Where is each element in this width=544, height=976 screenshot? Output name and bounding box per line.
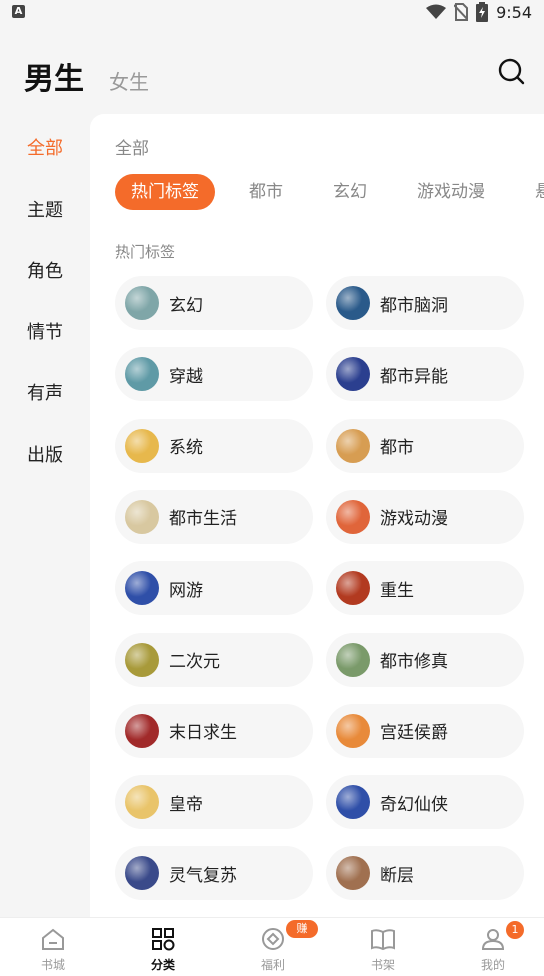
earn-badge: 赚钱 <box>286 920 318 953</box>
tag-label: 重生 <box>380 580 414 601</box>
tag-cover-icon <box>336 428 370 463</box>
nav-bookstore-label: 书城 <box>40 958 65 972</box>
tag-label: 系统 <box>169 438 203 459</box>
tag-cover-icon <box>336 713 370 748</box>
nav-profile-label: 我的 <box>480 958 505 972</box>
no-sim-icon <box>454 3 469 21</box>
chip-game-anime[interactable]: 游戏动漫 <box>401 174 501 210</box>
tag-label: 皇帝 <box>169 794 203 815</box>
tag-cover-icon <box>125 357 159 392</box>
tab-female[interactable]: 女生 <box>109 66 149 95</box>
bookshelf-icon <box>371 929 395 951</box>
tag-cover-icon <box>336 642 370 677</box>
tag-item[interactable]: 断层 <box>326 846 524 901</box>
sidebar-item-all[interactable]: 全部 <box>27 134 63 160</box>
tag-item[interactable]: 末日求生 <box>115 703 313 758</box>
tag-cover-icon <box>125 856 159 891</box>
tag-panel: 全部 热门标签 都市 玄幻 游戏动漫 悬 热门标签 玄幻 都市脑洞 穿越 都市异能 系统… <box>90 114 544 917</box>
chip-city[interactable]: 都市 <box>233 174 299 210</box>
nav-welfare-label: 福利 <box>260 958 285 972</box>
sidebar-item-audio[interactable]: 有声 <box>27 379 63 405</box>
tag-item[interactable]: 都市脑洞 <box>326 276 524 330</box>
tag-item[interactable]: 重生 <box>326 561 524 616</box>
chip-fantasy[interactable]: 玄幻 <box>317 174 383 210</box>
panel-title: 全部 <box>115 139 149 159</box>
nav-profile[interactable]: 1 我的 <box>448 918 538 976</box>
coin-icon <box>262 928 284 950</box>
tag-label: 都市脑洞 <box>380 295 448 316</box>
clock: 9:54 <box>496 2 532 22</box>
tag-item[interactable]: 游戏动漫 <box>326 489 524 544</box>
chip-suspense[interactable]: 悬 <box>519 174 544 210</box>
tag-label: 都市生活 <box>169 509 237 530</box>
nav-category[interactable]: 分类 <box>118 918 208 976</box>
home-icon <box>42 928 64 950</box>
tag-label: 都市 <box>380 438 414 459</box>
tag-cover-icon <box>125 571 159 606</box>
nav-bookshelf-label: 书架 <box>370 958 395 972</box>
tag-label: 玄幻 <box>169 295 203 316</box>
app-notification-icon: A <box>12 5 25 18</box>
bottom-nav: 书城 分类 赚钱 福利 书架 1 我的 <box>0 917 544 976</box>
nav-bookstore[interactable]: 书城 <box>8 918 98 976</box>
tag-label: 断层 <box>380 865 414 886</box>
tag-cover-icon <box>336 856 370 891</box>
tag-label: 都市修真 <box>380 652 448 672</box>
tag-cover-icon <box>125 428 159 463</box>
sidebar-item-publish[interactable]: 出版 <box>27 441 63 467</box>
sidebar-item-role[interactable]: 角色 <box>27 257 63 283</box>
search-icon[interactable] <box>496 56 528 88</box>
status-icons: 9:54 <box>426 2 532 22</box>
category-icon <box>152 928 175 951</box>
tag-label: 末日求生 <box>169 723 237 744</box>
tag-cover-icon <box>336 571 370 606</box>
tag-cover-icon <box>336 286 370 320</box>
tag-cover-icon <box>336 357 370 392</box>
tag-cover-icon <box>125 499 159 534</box>
tab-male[interactable]: 男生 <box>24 54 84 98</box>
tag-cover-icon <box>336 785 370 820</box>
chip-hot-tags[interactable]: 热门标签 <box>115 174 215 210</box>
tag-item[interactable]: 皇帝 <box>115 775 313 830</box>
tag-item[interactable]: 穿越 <box>115 347 313 402</box>
battery-icon <box>476 2 489 22</box>
tag-item[interactable]: 网游 <box>115 561 313 616</box>
tag-cover-icon <box>125 642 159 677</box>
tag-item[interactable]: 奇幻仙侠 <box>326 775 524 830</box>
tag-cover-icon <box>336 499 370 534</box>
tag-item[interactable]: 都市生活 <box>115 489 313 544</box>
tag-item[interactable]: 都市 <box>326 418 524 473</box>
tag-label: 穿越 <box>169 366 203 387</box>
profile-icon <box>481 929 505 950</box>
tag-item[interactable]: 二次元 <box>115 632 313 687</box>
header: 男生 女生 <box>0 40 544 110</box>
tag-label: 灵气复苏 <box>169 865 237 886</box>
tag-label: 都市异能 <box>380 366 448 387</box>
tag-item[interactable]: 宫廷侯爵 <box>326 703 524 758</box>
tag-label: 网游 <box>169 580 203 601</box>
wifi-icon <box>426 4 447 19</box>
tag-cover-icon <box>125 713 159 748</box>
tag-label: 宫廷侯爵 <box>380 723 448 744</box>
tag-label: 游戏动漫 <box>380 509 448 530</box>
nav-welfare[interactable]: 赚钱 福利 <box>228 918 318 976</box>
tag-cover-icon <box>125 785 159 820</box>
tag-item[interactable]: 灵气复苏 <box>115 846 313 901</box>
notification-badge: 1 <box>506 921 524 939</box>
chip-row: 热门标签 都市 玄幻 游戏动漫 悬 <box>115 174 544 210</box>
tag-item[interactable]: 都市修真 <box>326 632 524 687</box>
status-bar: A 9:54 <box>0 0 544 24</box>
tag-item[interactable]: 玄幻 <box>115 276 313 330</box>
tag-label: 奇幻仙侠 <box>380 794 448 815</box>
section-label: 热门标签 <box>115 243 176 261</box>
nav-category-label: 分类 <box>150 958 175 972</box>
sidebar-item-plot[interactable]: 情节 <box>27 318 63 344</box>
tag-item[interactable]: 都市异能 <box>326 347 524 402</box>
sidebar-item-theme[interactable]: 主题 <box>27 196 63 222</box>
nav-bookshelf[interactable]: 书架 <box>338 918 428 976</box>
tag-item[interactable]: 系统 <box>115 418 313 473</box>
tag-label: 二次元 <box>169 652 220 672</box>
tag-cover-icon <box>125 286 159 320</box>
